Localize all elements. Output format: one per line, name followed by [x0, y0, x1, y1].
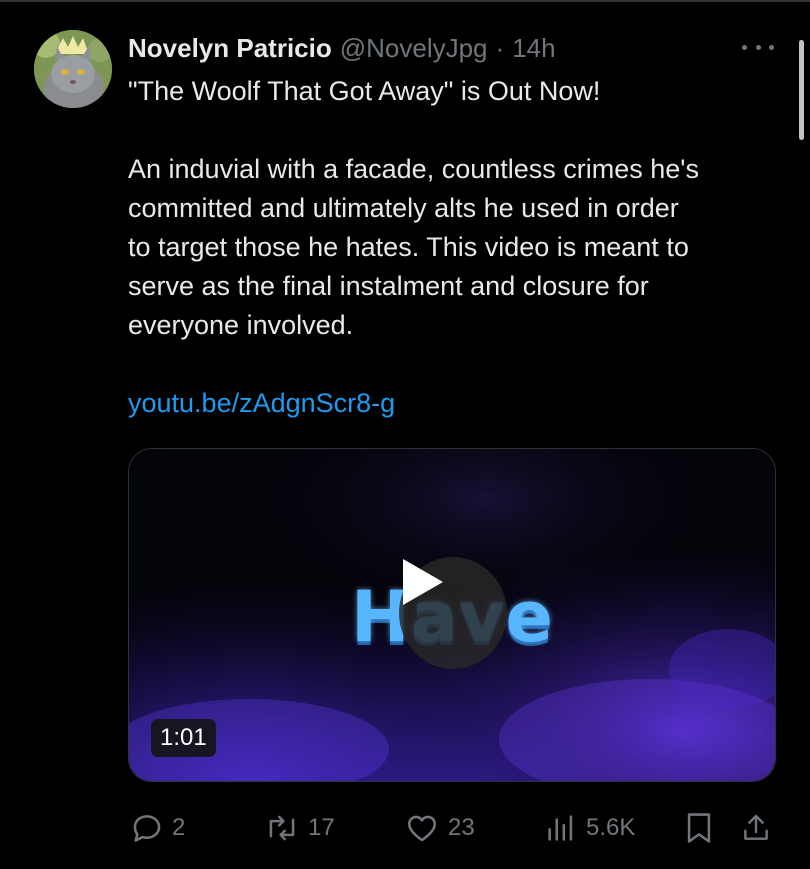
avatar[interactable] [34, 30, 112, 108]
like-count: 23 [448, 814, 475, 841]
timestamp[interactable]: 14h [512, 33, 555, 64]
tweet-headline: "The Woolf That Got Away" is Out Now! [128, 76, 601, 106]
tweet-body-line: committed and ultimately alts he used in… [128, 193, 679, 223]
share-button[interactable] [740, 808, 772, 848]
play-icon [403, 559, 443, 605]
video-player[interactable]: Have 1:01 [128, 448, 776, 782]
tweet-header: Novelyn Patricio @NovelyJpg · 14h [128, 30, 556, 66]
tweet-body-line: everyone involved. [128, 310, 354, 340]
tweet-text: "The Woolf That Got Away" is Out Now! An… [128, 72, 778, 423]
action-bar: 2 17 23 5.6K [128, 808, 778, 848]
bookmark-button[interactable] [684, 808, 714, 848]
avatar-cat-image [34, 30, 112, 108]
like-button[interactable]: 23 [404, 808, 475, 848]
play-button[interactable] [399, 557, 507, 669]
repost-count: 17 [308, 814, 335, 841]
share-icon [744, 814, 768, 840]
tweet-body-line: An induvial with a facade, countless cri… [128, 154, 699, 184]
reply-icon [133, 815, 161, 842]
reply-button[interactable]: 2 [130, 808, 185, 848]
tweet-body-line: serve as the final instalment and closur… [128, 271, 649, 301]
scrollbar-thumb[interactable] [799, 40, 804, 140]
author-handle[interactable]: @NovelyJpg [340, 33, 488, 64]
repost-button[interactable]: 17 [264, 808, 335, 848]
views-button[interactable]: 5.6K [544, 808, 635, 848]
more-icon[interactable] [742, 37, 774, 57]
repost-icon [269, 815, 295, 841]
bookmark-icon [687, 813, 711, 843]
top-divider [0, 0, 810, 2]
video-duration: 1:01 [151, 719, 216, 757]
separator-dot: · [495, 32, 505, 63]
views-icon [548, 815, 573, 841]
like-icon [407, 815, 437, 842]
author-name[interactable]: Novelyn Patricio [128, 33, 332, 64]
tweet-body-line: to target those he hates. This video is … [128, 232, 689, 262]
youtube-link[interactable]: youtu.be/zAdgnScr8-g [128, 388, 395, 418]
views-count: 5.6K [586, 814, 636, 841]
reply-count: 2 [172, 814, 186, 841]
